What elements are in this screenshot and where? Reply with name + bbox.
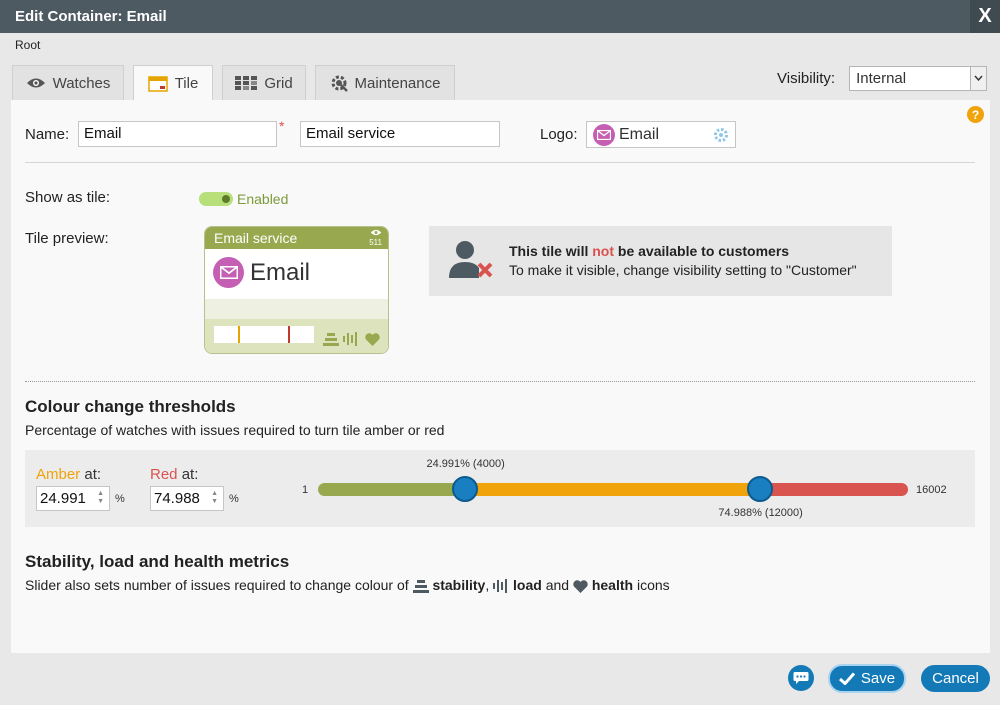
logo-name: Email (619, 125, 660, 143)
heart-icon (573, 580, 588, 593)
slider-amber-segment[interactable] (465, 483, 761, 496)
check-icon (838, 672, 855, 685)
name-label: Name: (25, 126, 70, 143)
save-button[interactable]: Save (828, 664, 906, 693)
window-titlebar: Edit Container: Email X (0, 0, 1000, 33)
description-input[interactable]: Email service (300, 121, 500, 147)
tile-band (205, 299, 388, 319)
tab-label: Maintenance (354, 74, 441, 92)
tile-watch-count: 511 (369, 229, 382, 247)
load-icon (343, 332, 357, 346)
logo-picker[interactable]: Email (586, 121, 736, 148)
tile-icon (147, 75, 168, 92)
amber-marker (238, 326, 240, 343)
email-logo-icon (213, 257, 244, 288)
tile-header: Email service 511 (205, 227, 388, 249)
eye-icon (370, 229, 381, 236)
tile-threshold-bar (214, 326, 314, 343)
load-icon (493, 579, 508, 594)
tile-preview: Email service 511 Email (204, 226, 389, 354)
help-icon[interactable]: ? (967, 106, 984, 123)
tile-logo: Email (213, 257, 310, 288)
eye-icon (26, 78, 45, 88)
divider (25, 162, 975, 163)
required-marker: * (279, 118, 285, 134)
slider-min-label: 1 (302, 484, 309, 496)
notice-line-2: To make it visible, change visibility se… (509, 262, 857, 278)
toggle-state: Enabled (237, 191, 289, 207)
thresholds-heading: Colour change thresholds (25, 397, 236, 416)
tab-grid[interactable]: Grid (222, 65, 306, 100)
red-handle-label: 74.988% (12000) (718, 507, 803, 519)
red-marker (288, 326, 290, 343)
user-blocked-icon (449, 241, 493, 278)
stability-icon (323, 333, 339, 346)
tab-maintenance[interactable]: Maintenance (315, 65, 455, 100)
tab-watches[interactable]: Watches (12, 65, 124, 100)
tile-preview-label: Tile preview: (25, 230, 109, 247)
gear-icon[interactable] (713, 127, 729, 146)
tile-settings-panel: ? Name: Email * Email service Logo: Emai… (11, 100, 990, 653)
visibility-value: Internal (856, 69, 907, 87)
section-divider (25, 381, 975, 382)
red-slider-handle[interactable] (747, 476, 774, 502)
breadcrumb[interactable]: Root (15, 38, 40, 52)
slider-max-label: 16002 (916, 484, 947, 496)
slider-green-segment[interactable] (318, 483, 466, 496)
cancel-button[interactable]: Cancel (921, 665, 990, 692)
wrench-gear-icon (331, 75, 348, 92)
tab-tile[interactable]: Tile (133, 65, 213, 101)
show-as-tile-toggle[interactable] (199, 192, 233, 206)
stability-icon (412, 579, 429, 593)
threshold-controls: Amber at: 24.991 ▲ ▼ % Red at: 74.988 ▲ ▼ … (25, 450, 975, 527)
metrics-heading: Stability, load and health metrics (25, 552, 290, 571)
tab-label: Grid (264, 74, 293, 92)
threshold-slider[interactable]: 1 16002 24.991% (4000) 74.988% (12000) (25, 450, 975, 527)
grid-icon (235, 76, 258, 90)
notice-line-1: This tile will not be available to custo… (509, 243, 790, 259)
show-as-tile-label: Show as tile: (25, 189, 111, 206)
email-logo-icon (593, 123, 615, 146)
toggle-knob (222, 195, 230, 203)
dialog-footer: Save Cancel (0, 653, 1000, 705)
tile-name: Email (250, 258, 311, 286)
name-input[interactable]: Email (78, 121, 277, 147)
tile-header-title: Email service (214, 230, 298, 246)
logo-label: Logo: (540, 126, 578, 143)
tab-label: Watches (52, 74, 111, 92)
window-title: Edit Container: Email (15, 8, 167, 25)
amber-slider-handle[interactable] (452, 476, 479, 502)
tile-footer (205, 319, 388, 353)
close-button[interactable]: X (970, 0, 1000, 33)
visibility-label: Visibility: (777, 69, 836, 87)
visibility-select[interactable]: Internal (849, 65, 988, 91)
visibility-control: Visibility: Internal (777, 65, 988, 91)
visibility-notice: This tile will not be available to custo… (429, 226, 892, 296)
slider-red-segment[interactable] (760, 483, 908, 496)
tab-label: Tile (174, 75, 199, 92)
heart-icon (365, 333, 380, 346)
chevron-down-icon[interactable] (970, 66, 987, 90)
metrics-description: Slider also sets number of issues requir… (25, 577, 670, 594)
chat-icon[interactable] (788, 665, 814, 691)
amber-handle-label: 24.991% (4000) (426, 458, 505, 470)
thresholds-description: Percentage of watches with issues requir… (25, 422, 445, 438)
